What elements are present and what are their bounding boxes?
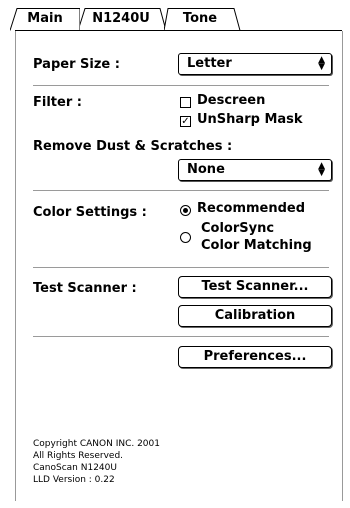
tab-main[interactable]: Main xyxy=(10,7,80,31)
recommended-radio[interactable] xyxy=(180,205,191,216)
tab-n1240u-label: N1240U xyxy=(92,11,150,26)
test-scanner-button[interactable]: Test Scanner... xyxy=(178,276,332,298)
popup-arrows-icon: ▲ ▼ xyxy=(318,55,325,72)
footer-line: LLD Version : 0.22 xyxy=(33,475,115,485)
tab-tone[interactable]: Tone xyxy=(164,7,241,31)
colorsync-label-line1: ColorSync xyxy=(201,221,275,236)
divider xyxy=(33,190,329,191)
remove-dust-select[interactable]: None ▲ ▼ xyxy=(178,159,332,181)
test-scanner-label: Test Scanner : xyxy=(33,281,137,296)
checkmark-icon: ✓ xyxy=(181,116,190,127)
colorsync-label: ColorSync Color Matching xyxy=(201,220,312,254)
footer-line: Copyright CANON INC. 2001 xyxy=(33,439,160,449)
tab-main-label: Main xyxy=(27,11,63,26)
recommended-label: Recommended xyxy=(197,201,306,216)
tab-tone-label: Tone xyxy=(182,11,218,26)
filter-label: Filter : xyxy=(33,95,82,110)
copyright-footer: Copyright CANON INC. 2001 All Rights Res… xyxy=(33,438,160,486)
popup-arrows-icon: ▲ ▼ xyxy=(318,161,325,178)
preferences-button[interactable]: Preferences... xyxy=(178,346,332,368)
descreen-label: Descreen xyxy=(197,93,266,108)
unsharp-mask-label: UnSharp Mask xyxy=(197,112,303,127)
colorsync-label-line2: Color Matching xyxy=(201,238,312,253)
divider xyxy=(33,336,329,337)
paper-size-value: Letter xyxy=(187,56,232,71)
footer-line: CanoScan N1240U xyxy=(33,463,117,473)
divider xyxy=(33,267,329,268)
remove-dust-label: Remove Dust & Scratches : xyxy=(33,139,233,154)
color-settings-label: Color Settings : xyxy=(33,205,147,220)
unsharp-mask-checkbox[interactable]: ✓ xyxy=(180,116,191,127)
paper-size-select[interactable]: Letter ▲ ▼ xyxy=(178,53,332,75)
divider xyxy=(33,85,329,86)
descreen-checkbox[interactable] xyxy=(180,97,191,108)
tab-n1240u[interactable]: N1240U xyxy=(80,7,167,31)
footer-line: All Rights Reserved. xyxy=(33,451,124,461)
colorsync-radio[interactable] xyxy=(180,232,191,243)
remove-dust-value: None xyxy=(187,162,225,177)
paper-size-label: Paper Size : xyxy=(33,57,120,72)
calibration-button[interactable]: Calibration xyxy=(178,305,332,327)
